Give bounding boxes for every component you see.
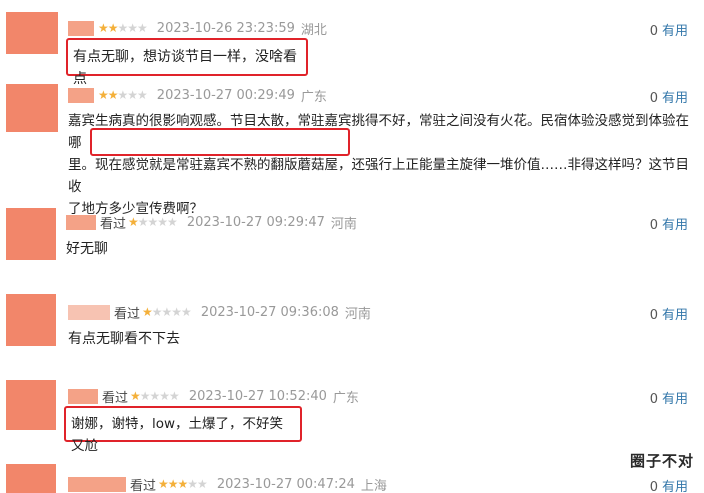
username-blurred[interactable] <box>68 87 94 103</box>
rating-stars: ★★★★★ <box>158 477 208 491</box>
username-blurred[interactable] <box>68 20 94 36</box>
highlighted-text: 现在感觉就是常驻嘉宾不熟的翻版蘑菇屋， <box>95 157 352 173</box>
review-time: 2023-10-27 00:47:24 <box>216 476 355 492</box>
avatar[interactable] <box>6 12 58 54</box>
review-item: 看过 ★★★★★ 2023-10-27 09:29:47 河南 0 有用 好无聊 <box>0 202 704 286</box>
review-meta: ★★★★★ 2023-10-26 23:23:59 湖北 <box>68 18 327 38</box>
seen-label: 看过 <box>100 216 127 232</box>
username-blurred[interactable] <box>68 304 110 320</box>
useful-button[interactable]: 0 有用 <box>650 476 688 493</box>
review-time: 2023-10-27 00:29:49 <box>156 87 295 103</box>
useful-count: 0 <box>649 218 658 233</box>
review-item: 看过 ★★★★★ 2023-10-27 09:36:08 河南 0 有用 有点无聊… <box>0 286 704 374</box>
review-time: 2023-10-27 10:52:40 <box>188 388 327 404</box>
review-location: 广东 <box>300 89 327 105</box>
review-meta: 看过 ★★★★★ 2023-10-27 09:29:47 河南 <box>66 212 357 232</box>
seen-label: 看过 <box>102 390 129 406</box>
review-location: 广东 <box>332 390 359 406</box>
useful-button[interactable]: 0 有用 <box>650 304 688 323</box>
avatar[interactable] <box>6 294 56 346</box>
username-blurred[interactable] <box>68 388 98 404</box>
seen-label: 看过 <box>114 306 141 322</box>
useful-count: 0 <box>649 308 658 323</box>
watermark: 圈子不对 <box>629 452 694 470</box>
highlight-box <box>90 128 350 156</box>
highlight-box: 有点无聊，想访谈节目一样，没啥看点 <box>66 38 308 87</box>
review-item: 看过 ★★★★★ 2023-10-27 10:52:40 广东 0 有用 谢娜，谢… <box>0 374 704 458</box>
rating-stars: ★★★★★ <box>130 389 180 403</box>
seen-label: 看过 <box>130 478 157 493</box>
highlight-box: 谢娜，谢特，low，土爆了，不好笑又尬 <box>64 406 302 454</box>
rating-stars: ★★★★★ <box>142 305 192 319</box>
rating-stars: ★★★★★ <box>98 21 148 35</box>
review-time: 2023-10-26 23:23:59 <box>156 20 295 36</box>
review-item: 看过 ★★★★★ 2023-10-27 00:47:24 上海 0 有用 <box>0 458 704 493</box>
useful-button[interactable]: 0 有用 <box>650 20 688 39</box>
avatar[interactable] <box>6 380 56 430</box>
review-time: 2023-10-27 09:29:47 <box>186 214 325 230</box>
useful-count: 0 <box>649 91 658 106</box>
username-blurred[interactable] <box>68 476 126 492</box>
review-meta: 看过 ★★★★★ 2023-10-27 00:47:24 上海 <box>68 474 387 493</box>
useful-count: 0 <box>649 24 658 39</box>
useful-count: 0 <box>649 392 658 407</box>
useful-label: 有用 <box>661 24 688 39</box>
review-location: 河南 <box>344 306 371 322</box>
useful-count: 0 <box>649 480 658 493</box>
useful-label: 有用 <box>661 308 688 323</box>
review-text: 谢娜，谢特，low，土爆了，不好笑又尬 <box>64 406 302 457</box>
useful-label: 有用 <box>661 480 688 493</box>
review-meta: 看过 ★★★★★ 2023-10-27 10:52:40 广东 <box>68 386 359 406</box>
useful-label: 有用 <box>661 392 688 407</box>
avatar[interactable] <box>6 208 56 260</box>
review-item: ★★★★★ 2023-10-27 00:29:49 广东 0 有用 嘉宾生病真的很… <box>0 82 704 217</box>
useful-button[interactable]: 0 有用 <box>650 87 688 106</box>
review-item: ★★★★★ 2023-10-26 23:23:59 湖北 0 有用 有点无聊，想访… <box>0 0 704 87</box>
avatar[interactable] <box>6 464 56 493</box>
username-blurred[interactable] <box>66 214 96 230</box>
review-text: 好无聊 <box>66 241 108 257</box>
review-location: 上海 <box>360 478 387 493</box>
review-text: 有点无聊看不下去 <box>68 331 180 347</box>
useful-button[interactable]: 0 有用 <box>650 214 688 233</box>
review-location: 河南 <box>330 216 357 232</box>
review-meta: ★★★★★ 2023-10-27 00:29:49 广东 <box>68 85 327 105</box>
review-location: 湖北 <box>300 22 327 38</box>
useful-label: 有用 <box>661 91 688 106</box>
review-meta: 看过 ★★★★★ 2023-10-27 09:36:08 河南 <box>68 302 371 322</box>
useful-label: 有用 <box>661 218 688 233</box>
rating-stars: ★★★★★ <box>98 88 148 102</box>
rating-stars: ★★★★★ <box>128 215 178 229</box>
useful-button[interactable]: 0 有用 <box>650 388 688 407</box>
review-time: 2023-10-27 09:36:08 <box>200 304 339 320</box>
avatar[interactable] <box>6 84 58 132</box>
